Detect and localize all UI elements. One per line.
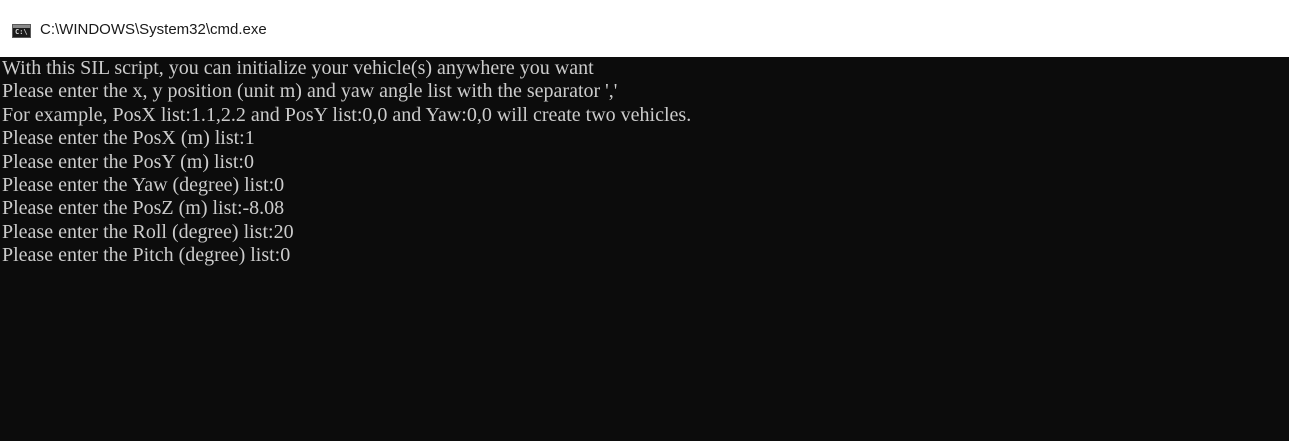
console-line: Please enter the PosX (m) list:1 (2, 127, 255, 150)
cmd-window: C:\ C:\WINDOWS\System32\cmd.exe With thi… (0, 0, 1289, 441)
console-line: Please enter the PosZ (m) list:-8.08 (2, 197, 285, 220)
console-output[interactable]: With this SIL script, you can initialize… (0, 57, 1289, 441)
console-line: With this SIL script, you can initialize… (2, 57, 594, 79)
console-icon[interactable]: C:\ (12, 24, 31, 38)
console-line: Please enter the Yaw (degree) list:0 (2, 173, 285, 196)
console-line: Please enter the Pitch (degree) list:0 (2, 244, 291, 267)
console-line: Please enter the x, y position (unit m) … (2, 80, 618, 103)
console-line: For example, PosX list:1.1,2.2 and PosY … (2, 103, 692, 126)
console-line: Please enter the Roll (degree) list:20 (2, 220, 294, 243)
title-bar[interactable]: C:\ C:\WINDOWS\System32\cmd.exe (0, 0, 1289, 57)
window-title: C:\WINDOWS\System32\cmd.exe (40, 21, 267, 38)
console-line: Please enter the PosY (m) list:0 (2, 150, 254, 173)
